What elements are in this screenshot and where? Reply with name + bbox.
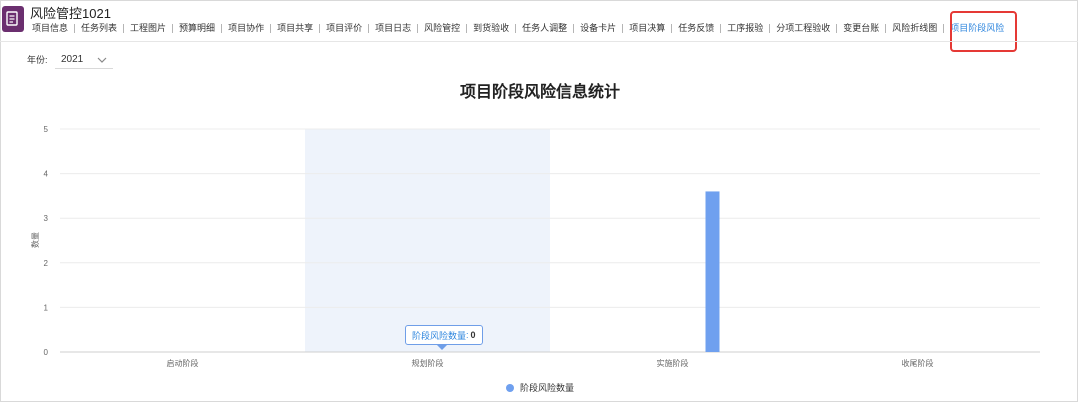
- tooltip-label: 阶段风险数量: [412, 330, 467, 341]
- legend-label: 阶段风险数量: [519, 383, 574, 393]
- y-tick-label: 1: [44, 303, 49, 312]
- tooltip-value: 0: [470, 330, 476, 340]
- y-tick-label: 5: [44, 125, 49, 134]
- x-tick-label: 启动阶段: [167, 358, 199, 368]
- x-tick-label: 规划阶段: [412, 358, 444, 368]
- x-tick-label: 收尾阶段: [902, 358, 934, 368]
- y-tick-label: 3: [44, 214, 49, 223]
- y-tick-label: 4: [44, 170, 49, 179]
- bar-chart: 0 1 2 3 4 5 数量启动阶段 规划阶段 实施阶段 收尾阶段: [30, 125, 1040, 368]
- highlight-band: [305, 129, 550, 352]
- chart-tooltip: 阶段风险数量: 0: [405, 325, 483, 345]
- x-tick-label: 实施阶段: [657, 358, 689, 368]
- legend-marker: [505, 383, 514, 392]
- chart-legend[interactable]: 阶段风险数量: [0, 381, 1080, 394]
- tooltip-arrow: [437, 345, 447, 350]
- bar-3: [705, 191, 720, 352]
- y-axis-title: 数量: [30, 232, 40, 248]
- y-tick-label: 2: [44, 259, 49, 268]
- y-tick-label: 0: [44, 348, 49, 357]
